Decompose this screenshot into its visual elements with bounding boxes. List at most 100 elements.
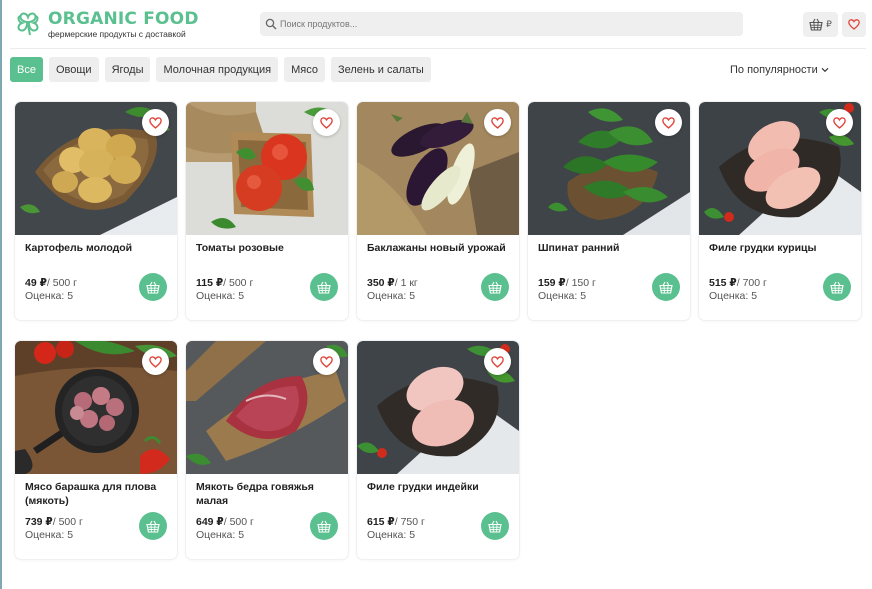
brand-subtitle: фермерские продукты с доставкой <box>48 29 186 39</box>
price-value: 350 ₽ <box>367 277 395 289</box>
product-price: 159 ₽/ 150 г <box>538 277 596 289</box>
product-rating: Оценка: 5 <box>25 529 74 541</box>
product-card[interactable]: Томаты розовые 115 ₽/ 500 г Оценка: 5 <box>186 102 348 320</box>
filter-berries[interactable]: Ягоды <box>104 57 151 82</box>
cart-currency: ₽ <box>826 19 832 29</box>
product-name[interactable]: Картофель молодой <box>25 241 170 255</box>
favorite-toggle[interactable] <box>313 109 340 136</box>
clover-logo-icon <box>17 12 39 36</box>
filter-dairy[interactable]: Молочная продукция <box>156 57 279 82</box>
product-price: 649 ₽/ 500 г <box>196 516 254 528</box>
basket-icon <box>488 281 502 294</box>
product-rating: Оценка: 5 <box>367 290 416 302</box>
product-card[interactable]: Филе грудки индейки 615 ₽/ 750 г Оценка:… <box>357 341 519 559</box>
filter-vegetables[interactable]: Овощи <box>48 57 99 82</box>
product-name[interactable]: Филе грудки индейки <box>367 480 512 494</box>
product-price: 515 ₽/ 700 г <box>709 277 767 289</box>
filter-meat[interactable]: Мясо <box>284 57 325 82</box>
heart-icon <box>149 355 162 368</box>
product-card[interactable]: Картофель молодой 49 ₽/ 500 г Оценка: 5 <box>15 102 177 320</box>
price-value: 515 ₽ <box>709 277 737 289</box>
basket-icon <box>488 520 502 533</box>
chevron-down-icon <box>821 67 829 73</box>
price-unit: / 500 г <box>223 516 254 528</box>
favorite-toggle[interactable] <box>655 109 682 136</box>
favorite-toggle[interactable] <box>484 348 511 375</box>
favorite-toggle[interactable] <box>313 348 340 375</box>
product-name[interactable]: Мясо барашка для плова (мякоть) <box>25 480 170 508</box>
product-price: 739 ₽/ 500 г <box>25 516 83 528</box>
favorite-toggle[interactable] <box>142 348 169 375</box>
product-card[interactable]: Филе грудки курицы 515 ₽/ 700 г Оценка: … <box>699 102 861 320</box>
add-to-cart-button[interactable] <box>139 512 167 540</box>
product-card[interactable]: Баклажаны новый урожай 350 ₽/ 1 кг Оценк… <box>357 102 519 320</box>
favorites-button[interactable] <box>842 12 866 37</box>
price-value: 115 ₽ <box>196 277 224 289</box>
heart-icon <box>320 116 333 129</box>
basket-icon <box>317 520 331 533</box>
heart-icon <box>833 116 846 129</box>
search-input[interactable] <box>280 19 680 29</box>
product-price: 615 ₽/ 750 г <box>367 516 425 528</box>
add-to-cart-button[interactable] <box>481 512 509 540</box>
price-unit: / 500 г <box>223 277 254 289</box>
product-rating: Оценка: 5 <box>709 290 758 302</box>
price-value: 739 ₽ <box>25 516 53 528</box>
heart-icon <box>491 116 504 129</box>
product-card[interactable]: Мясо барашка для плова (мякоть) 739 ₽/ 5… <box>15 341 177 559</box>
product-price: 350 ₽/ 1 кг <box>367 277 418 289</box>
sort-dropdown[interactable]: По популярности <box>730 64 829 76</box>
product-grid: Картофель молодой 49 ₽/ 500 г Оценка: 5 <box>15 102 861 559</box>
category-filters: Все Овощи Ягоды Молочная продукция Мясо … <box>10 57 431 82</box>
left-border <box>0 0 2 589</box>
price-unit: / 750 г <box>394 516 425 528</box>
price-unit: / 1 кг <box>394 277 418 289</box>
product-price: 49 ₽/ 500 г <box>25 277 77 289</box>
add-to-cart-button[interactable] <box>139 273 167 301</box>
header: ORGANIC FOOD фермерские продукты с доста… <box>0 0 872 50</box>
add-to-cart-button[interactable] <box>652 273 680 301</box>
product-rating: Оценка: 5 <box>367 529 416 541</box>
header-divider <box>10 48 866 49</box>
product-name[interactable]: Томаты розовые <box>196 241 341 255</box>
product-name[interactable]: Баклажаны новый урожай <box>367 241 512 255</box>
basket-icon <box>809 18 823 31</box>
price-value: 615 ₽ <box>367 516 395 528</box>
add-to-cart-button[interactable] <box>310 273 338 301</box>
product-card[interactable]: Шпинат ранний 159 ₽/ 150 г Оценка: 5 <box>528 102 690 320</box>
favorite-toggle[interactable] <box>142 109 169 136</box>
product-rating: Оценка: 5 <box>196 529 245 541</box>
product-name[interactable]: Мякоть бедра говяжья малая <box>196 480 341 508</box>
price-value: 49 ₽ <box>25 277 47 289</box>
product-rating: Оценка: 5 <box>25 290 74 302</box>
price-unit: / 500 г <box>46 277 78 289</box>
add-to-cart-button[interactable] <box>481 273 509 301</box>
filter-greens[interactable]: Зелень и салаты <box>330 57 431 82</box>
product-name[interactable]: Филе грудки курицы <box>709 241 854 255</box>
basket-icon <box>317 281 331 294</box>
search-bar[interactable] <box>260 12 743 36</box>
price-value: 649 ₽ <box>196 516 224 528</box>
cart-button[interactable]: ₽ <box>803 12 838 37</box>
product-card[interactable]: Мякоть бедра говяжья малая 649 ₽/ 500 г … <box>186 341 348 559</box>
basket-icon <box>146 281 160 294</box>
price-value: 159 ₽ <box>538 277 566 289</box>
brand-title: ORGANIC FOOD <box>48 9 199 29</box>
price-unit: / 150 г <box>565 277 596 289</box>
heart-icon <box>320 355 333 368</box>
basket-icon <box>146 520 160 533</box>
logo[interactable]: ORGANIC FOOD фермерские продукты с доста… <box>14 9 199 39</box>
favorite-toggle[interactable] <box>826 109 853 136</box>
heart-icon <box>848 19 860 30</box>
filter-all[interactable]: Все <box>10 57 43 82</box>
heart-icon <box>149 116 162 129</box>
favorite-toggle[interactable] <box>484 109 511 136</box>
add-to-cart-button[interactable] <box>823 273 851 301</box>
basket-icon <box>659 281 673 294</box>
heart-icon <box>491 355 504 368</box>
add-to-cart-button[interactable] <box>310 512 338 540</box>
product-price: 115 ₽/ 500 г <box>196 277 253 289</box>
product-name[interactable]: Шпинат ранний <box>538 241 683 255</box>
sort-label: По популярности <box>730 64 818 76</box>
product-rating: Оценка: 5 <box>196 290 245 302</box>
